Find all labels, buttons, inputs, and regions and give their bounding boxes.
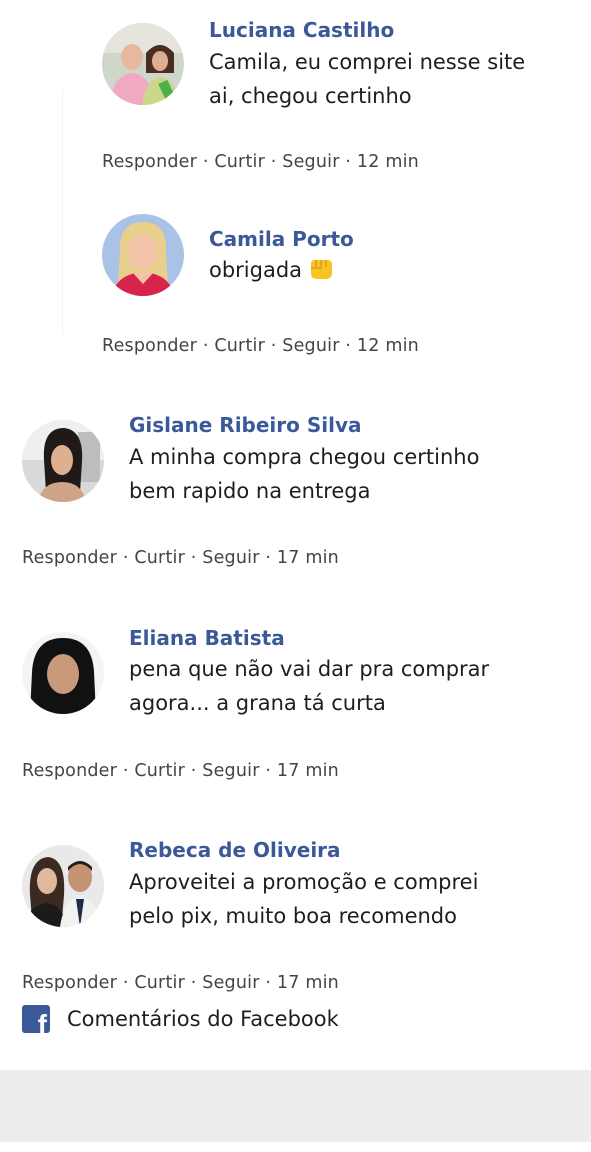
comment-actions: Responder · Curtir · Seguir · 17 min — [22, 760, 339, 782]
like-link[interactable]: Curtir — [134, 973, 185, 993]
separator: · — [122, 761, 129, 781]
avatar[interactable] — [22, 420, 104, 502]
separator: · — [202, 336, 209, 356]
separator: · — [345, 336, 352, 356]
separator: · — [345, 152, 352, 172]
follow-link[interactable]: Seguir — [202, 973, 259, 993]
reply-link[interactable]: Responder — [102, 152, 197, 172]
comment-text-line: obrigada — [209, 258, 303, 282]
comment-text-line: pena que não vai dar pra comprar — [129, 657, 490, 681]
comments-card: Luciana Castilho Camila, eu comprei ness… — [0, 0, 591, 1076]
bottom-band — [0, 1070, 591, 1142]
fist-bump-icon — [311, 260, 333, 279]
comment-author[interactable]: Gislane Ribeiro Silva — [129, 413, 362, 437]
separator: · — [265, 761, 272, 781]
follow-link[interactable]: Seguir — [282, 152, 339, 172]
comment-author[interactable]: Rebeca de Oliveira — [129, 838, 341, 862]
separator: · — [190, 973, 197, 993]
timestamp: 17 min — [276, 973, 339, 993]
comment-author[interactable]: Luciana Castilho — [209, 18, 394, 42]
avatar[interactable] — [22, 632, 104, 714]
timestamp: 12 min — [356, 152, 419, 172]
reply-thread-line — [62, 90, 63, 335]
like-link[interactable]: Curtir — [134, 548, 185, 568]
comment-text-line: Camila, eu comprei nesse site — [209, 50, 526, 74]
like-link[interactable]: Curtir — [214, 336, 265, 356]
separator: · — [122, 548, 129, 568]
separator: · — [190, 548, 197, 568]
separator: · — [265, 973, 272, 993]
facebook-comments-footer[interactable]: f Comentários do Facebook — [22, 1004, 339, 1034]
comment-text-line: Aproveitei a promoção e comprei — [129, 870, 479, 894]
comment-text-line: bem rapido na entrega — [129, 479, 371, 503]
like-link[interactable]: Curtir — [214, 152, 265, 172]
follow-link[interactable]: Seguir — [282, 336, 339, 356]
comment-text-line: pelo pix, muito boa recomendo — [129, 904, 457, 928]
avatar[interactable] — [102, 23, 184, 105]
timestamp: 17 min — [276, 548, 339, 568]
comment-text-line: ai, chegou certinho — [209, 84, 412, 108]
follow-link[interactable]: Seguir — [202, 761, 259, 781]
follow-link[interactable]: Seguir — [202, 548, 259, 568]
separator: · — [265, 548, 272, 568]
comment-actions: Responder · Curtir · Seguir · 12 min — [102, 335, 419, 357]
reply-link[interactable]: Responder — [22, 973, 117, 993]
comment-text-line: A minha compra chegou certinho — [129, 445, 480, 469]
comment-text-line: agora... a grana tá curta — [129, 691, 386, 715]
facebook-comments-label: Comentários do Facebook — [67, 1007, 339, 1031]
like-link[interactable]: Curtir — [134, 761, 185, 781]
comment-author[interactable]: Eliana Batista — [129, 626, 285, 650]
separator: · — [270, 336, 277, 356]
separator: · — [270, 152, 277, 172]
reply-link[interactable]: Responder — [102, 336, 197, 356]
reply-link[interactable]: Responder — [22, 761, 117, 781]
timestamp: 17 min — [276, 761, 339, 781]
separator: · — [122, 973, 129, 993]
avatar[interactable] — [102, 214, 184, 296]
comment-actions: Responder · Curtir · Seguir · 17 min — [22, 547, 339, 569]
timestamp: 12 min — [356, 336, 419, 356]
facebook-logo-icon: f — [22, 1005, 50, 1033]
separator: · — [190, 761, 197, 781]
reply-link[interactable]: Responder — [22, 548, 117, 568]
separator: · — [202, 152, 209, 172]
comment-author[interactable]: Camila Porto — [209, 227, 354, 251]
comment-actions: Responder · Curtir · Seguir · 17 min — [22, 972, 339, 994]
avatar[interactable] — [22, 845, 104, 927]
comment-actions: Responder · Curtir · Seguir · 12 min — [102, 151, 419, 173]
comment-text: obrigada — [209, 253, 334, 287]
